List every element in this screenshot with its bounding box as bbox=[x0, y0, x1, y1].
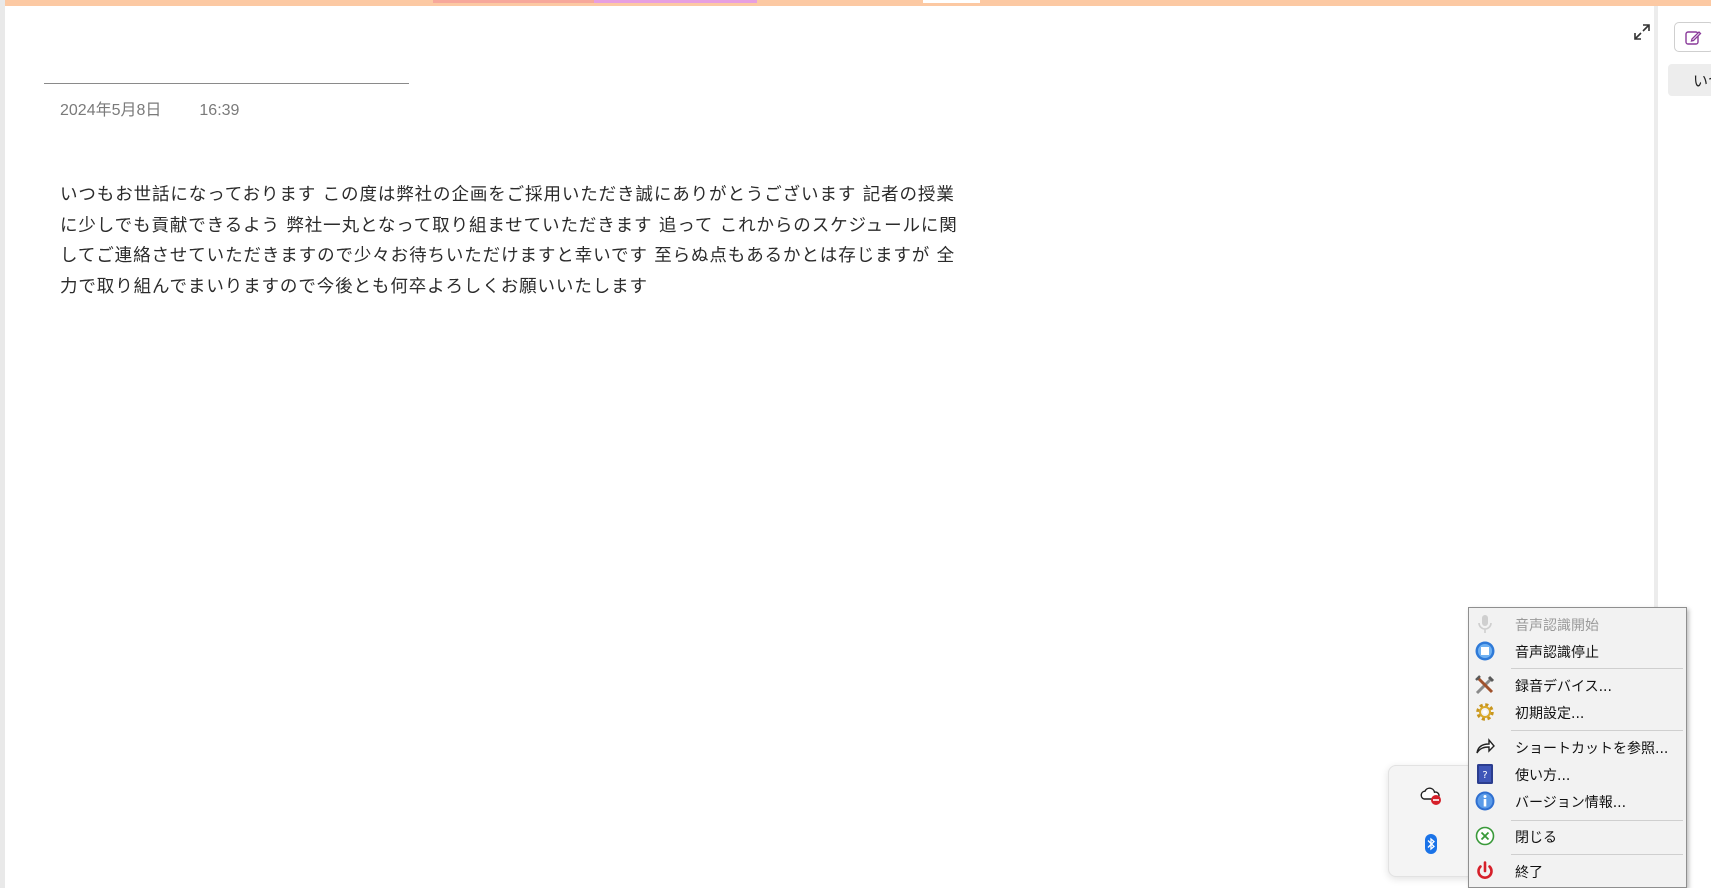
menu-item-label: 閉じる bbox=[1515, 830, 1557, 846]
date-underline bbox=[44, 83, 409, 84]
menu-item-label: 使い方... bbox=[1515, 768, 1571, 784]
menu-separator bbox=[1511, 854, 1683, 855]
menu-item-exit[interactable]: 終了 bbox=[1470, 858, 1685, 884]
menu-item-recording-device[interactable]: 録音デバイス... bbox=[1470, 672, 1685, 698]
menu-item-version-info[interactable]: バージョン情報... bbox=[1470, 788, 1685, 814]
note-list-item[interactable]: いつ bbox=[1668, 64, 1711, 96]
menu-separator bbox=[1511, 730, 1683, 731]
strip-segment-1 bbox=[433, 0, 594, 3]
menu-item-stop-recognition[interactable]: 音声認識停止 bbox=[1470, 638, 1685, 664]
power-icon bbox=[1474, 860, 1496, 882]
menu-item-label: 音声認識停止 bbox=[1515, 645, 1599, 661]
tools-icon bbox=[1474, 674, 1496, 696]
stop-icon bbox=[1474, 640, 1496, 662]
note-time: 16:39 bbox=[199, 102, 240, 119]
new-note-button[interactable] bbox=[1674, 22, 1711, 52]
microphone-icon bbox=[1474, 613, 1496, 635]
note-list-item-label: いつ bbox=[1693, 72, 1711, 90]
note-editor[interactable] bbox=[5, 6, 1655, 888]
menu-item-initial-settings[interactable]: 初期設定... bbox=[1470, 699, 1685, 725]
menu-item-label: ショートカットを参照... bbox=[1515, 741, 1669, 757]
help-book-icon: ? bbox=[1474, 763, 1496, 785]
gear-icon bbox=[1474, 701, 1496, 723]
strip-segment-3 bbox=[923, 0, 980, 3]
menu-item-label: 音声認識開始 bbox=[1515, 618, 1599, 634]
note-timestamp: 2024年5月8日 16:39 bbox=[60, 96, 239, 120]
tray-context-menu: 音声認識開始 音声認識停止 録音デバイス... 初期設定... ショートカットを… bbox=[1468, 607, 1687, 888]
menu-item-how-to-use[interactable]: ? 使い方... bbox=[1470, 761, 1685, 787]
info-icon bbox=[1474, 790, 1496, 812]
svg-text:?: ? bbox=[1482, 770, 1487, 781]
menu-item-label: バージョン情報... bbox=[1515, 795, 1627, 811]
menu-item-shortcuts[interactable]: ショートカットを参照... bbox=[1470, 734, 1685, 760]
share-arrow-icon bbox=[1474, 736, 1496, 758]
bluetooth-icon[interactable] bbox=[1419, 832, 1443, 856]
menu-item-label: 初期設定... bbox=[1515, 706, 1585, 722]
menu-item-close[interactable]: 閉じる bbox=[1470, 823, 1685, 849]
strip-segment-2 bbox=[594, 0, 757, 3]
close-circle-icon bbox=[1474, 825, 1496, 847]
menu-item-label: 終了 bbox=[1515, 865, 1543, 881]
note-date: 2024年5月8日 bbox=[60, 102, 162, 119]
expand-icon[interactable] bbox=[1632, 22, 1652, 42]
screen: 2024年5月8日 16:39 いつもお世話になっております この度は弊社の企画を… bbox=[0, 0, 1711, 888]
menu-separator bbox=[1511, 668, 1683, 669]
menu-item-start-recognition[interactable]: 音声認識開始 bbox=[1470, 611, 1685, 637]
menu-separator bbox=[1511, 820, 1683, 821]
note-body-text[interactable]: いつもお世話になっております この度は弊社の企画をご採用いただき誠にありがとうご… bbox=[60, 180, 965, 302]
onedrive-offline-icon[interactable] bbox=[1419, 783, 1443, 807]
menu-item-label: 録音デバイス... bbox=[1515, 679, 1612, 695]
